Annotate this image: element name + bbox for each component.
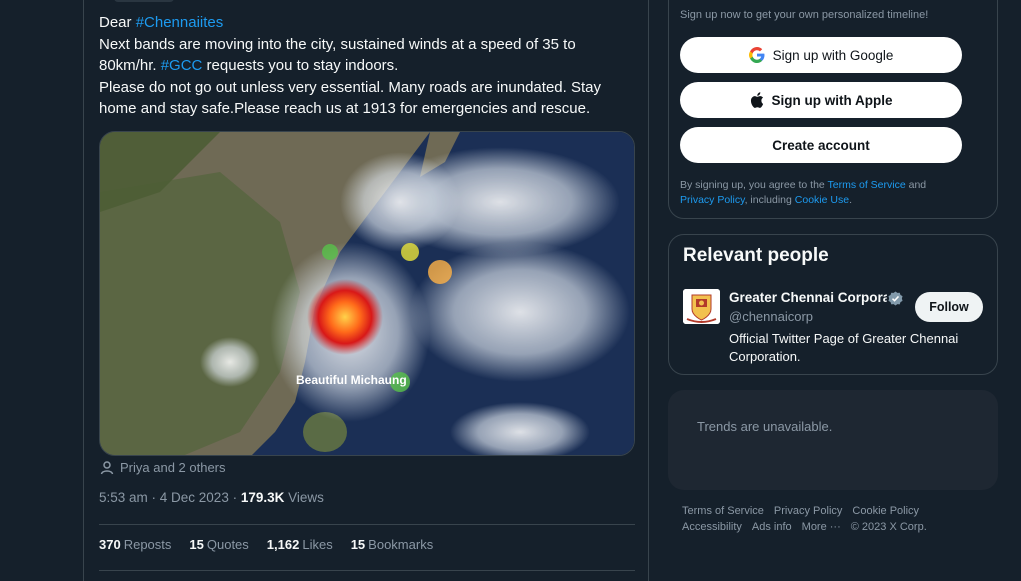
satellite-map-image: Beautiful Michaung (100, 132, 634, 455)
person-handle[interactable]: @chennaicorp (729, 309, 813, 324)
apple-label: Sign up with Apple (771, 92, 893, 108)
image-caption: Beautiful Michaung (296, 373, 407, 387)
apple-icon (750, 92, 763, 108)
stat-label: Bookmarks (368, 537, 434, 552)
tweet-image[interactable]: Beautiful Michaung (99, 131, 635, 456)
views-label: Views (284, 490, 324, 505)
footer-link[interactable]: Privacy Policy (774, 505, 842, 517)
tweet-text: Dear #Chennaiites Next bands are moving … (99, 12, 629, 120)
footer-row: Accessibility Ads info More ··· © 2023 X Co… (682, 521, 982, 533)
legal-prefix: By signing up, you agree to the (680, 179, 828, 191)
relevant-people-card: Relevant people Greater Chennai Corpora … (668, 234, 998, 375)
signup-card: Sign up now to get your own personalized… (668, 0, 998, 219)
stat-quotes[interactable]: 15 Quotes (189, 537, 248, 552)
legal-text: By signing up, you agree to the Terms of… (680, 178, 980, 208)
create-label: Create account (772, 137, 870, 153)
stat-bookmarks[interactable]: 15 Bookmarks (351, 537, 434, 552)
people-title: Relevant people (683, 245, 829, 266)
trends-unavailable-text: Trends are unavailable. (697, 419, 833, 434)
footer-link[interactable]: Ads info (752, 521, 792, 533)
legal-including: , including (744, 194, 795, 206)
stat-count: 370 (99, 537, 121, 552)
stat-count: 15 (350, 537, 366, 552)
avatar-edge (114, 0, 174, 2)
tweet-line2-suffix: requests you to stay indoors. (202, 57, 399, 74)
verified-badge-icon (888, 291, 903, 306)
legal-period: . (849, 194, 852, 206)
stat-count: 15 (189, 537, 204, 552)
person-name[interactable]: Greater Chennai Corpora (729, 290, 887, 305)
trends-card: Trends are unavailable. (668, 390, 998, 490)
tweet-line1: Dear (99, 14, 136, 31)
signup-hint: Sign up now to get your own personalized… (680, 9, 929, 21)
footer-row: Terms of Service Privacy Policy Cookie Pol… (682, 505, 982, 517)
create-account-button[interactable]: Create account (680, 127, 962, 163)
signup-apple-button[interactable]: Sign up with Apple (680, 82, 962, 118)
cookie-link[interactable]: Cookie Use (795, 194, 849, 206)
google-label: Sign up with Google (772, 47, 894, 63)
stat-reposts[interactable]: 370 Reposts (99, 537, 171, 552)
tagged-text: Priya and 2 others (120, 460, 226, 475)
person-bio: Official Twitter Page of Greater Chennai… (729, 331, 959, 364)
google-icon (748, 47, 765, 63)
person-avatar[interactable] (683, 289, 720, 324)
privacy-link[interactable]: Privacy Policy (680, 194, 745, 206)
divider (99, 524, 635, 525)
tweet-meta: 5:53 am · 4 Dec 2023 · 179.3K Views (99, 490, 324, 505)
terms-link[interactable]: Terms of Service (828, 179, 906, 191)
stat-count: 1,162 (266, 537, 300, 552)
hashtag-gcc[interactable]: #GCC (161, 57, 203, 74)
person-icon (100, 460, 114, 474)
follow-button[interactable]: Follow (915, 292, 983, 322)
stat-likes[interactable]: 1,162 Likes (267, 537, 333, 552)
tagged-people[interactable]: Priya and 2 others (100, 460, 226, 475)
footer-link[interactable]: More ··· (802, 521, 841, 533)
stat-label: Reposts (123, 537, 172, 552)
tweet-line3: Please do not go out unless very essenti… (99, 78, 601, 118)
timestamp[interactable]: 5:53 am · 4 Dec 2023 · (99, 490, 241, 505)
stat-label: Quotes (206, 537, 249, 552)
divider (99, 570, 635, 571)
signup-google-button[interactable]: Sign up with Google (680, 37, 962, 73)
footer-link[interactable]: © 2023 X Corp. (851, 521, 927, 533)
legal-and: and (905, 179, 927, 191)
tweet-stats: 370 Reposts 15 Quotes 1,162 Likes 15 Bookmarks (99, 537, 433, 552)
footer-link[interactable]: Accessibility (682, 521, 742, 533)
emblem-icon (683, 289, 720, 324)
footer-link[interactable]: Terms of Service (682, 505, 764, 517)
footer-links: Terms of Service Privacy Policy Cookie Pol… (682, 505, 982, 537)
views-count: 179.3K (240, 490, 285, 505)
hashtag-chennaiites[interactable]: #Chennaiites (136, 14, 224, 31)
stat-label: Likes (302, 537, 333, 552)
footer-link[interactable]: Cookie Policy (852, 505, 919, 517)
tweet-column: Dear #Chennaiites Next bands are moving … (83, 0, 649, 581)
